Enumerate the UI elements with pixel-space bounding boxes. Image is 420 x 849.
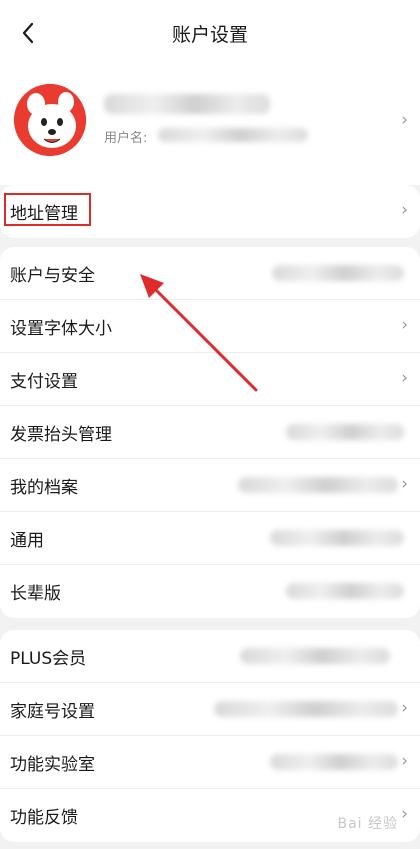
value-redacted bbox=[240, 648, 390, 664]
chevron-right-icon: › bbox=[401, 368, 408, 388]
settings-row-plus-member[interactable]: PLUS会员 bbox=[0, 630, 420, 683]
value-redacted bbox=[214, 701, 398, 717]
settings-row-payment[interactable]: 支付设置 › bbox=[0, 353, 420, 406]
settings-card: 账户与安全 设置字体大小 › 支付设置 › 发票抬头管理 我的档案 › 通用 长… bbox=[0, 247, 420, 618]
row-label: 功能反馈 bbox=[10, 808, 78, 828]
chevron-right-icon: › bbox=[401, 200, 408, 220]
chevron-right-icon: › bbox=[401, 474, 408, 494]
settings-row-invoice-title[interactable]: 发票抬头管理 bbox=[0, 406, 420, 459]
row-label: 设置字体大小 bbox=[10, 319, 112, 339]
settings-row-account-security[interactable]: 账户与安全 bbox=[0, 247, 420, 300]
highlight-box bbox=[4, 193, 91, 226]
username-label: 用户名: bbox=[104, 131, 148, 146]
value-redacted bbox=[286, 583, 404, 599]
value-redacted bbox=[272, 265, 404, 281]
nickname-redacted bbox=[104, 94, 270, 114]
chevron-right-icon: › bbox=[401, 698, 408, 718]
value-redacted bbox=[270, 530, 404, 546]
profile-card[interactable]: › bbox=[0, 68, 420, 185]
settings-row-elder-mode[interactable]: 长辈版 bbox=[0, 565, 420, 618]
chevron-right-icon: › bbox=[401, 110, 408, 130]
value-redacted bbox=[238, 477, 398, 493]
row-label: PLUS会员 bbox=[10, 649, 87, 669]
row-label: 功能实验室 bbox=[10, 755, 95, 775]
chevron-right-icon: › bbox=[401, 315, 408, 335]
value-redacted bbox=[286, 424, 404, 440]
row-label: 账户与安全 bbox=[10, 266, 95, 286]
row-label: 通用 bbox=[10, 531, 44, 551]
row-label: 支付设置 bbox=[10, 372, 78, 392]
settings-row-family-account[interactable]: 家庭号设置 › bbox=[0, 683, 420, 736]
row-label: 长辈版 bbox=[10, 584, 61, 604]
chevron-right-icon: › bbox=[401, 751, 408, 771]
top-bar: 账户设置 bbox=[0, 0, 420, 68]
settings-row-my-profile[interactable]: 我的档案 › bbox=[0, 459, 420, 512]
value-redacted bbox=[270, 754, 398, 770]
username-redacted bbox=[158, 128, 308, 142]
settings-row-font-size[interactable]: 设置字体大小 › bbox=[0, 300, 420, 353]
plus-card: PLUS会员 家庭号设置 › 功能实验室 › 功能反馈 › bbox=[0, 630, 420, 842]
page-title: 账户设置 bbox=[171, 24, 248, 46]
watermark-logo: Bai 经验 bbox=[337, 816, 398, 832]
jd-mascot-icon bbox=[14, 84, 86, 156]
chevron-right-icon: › bbox=[401, 804, 408, 824]
settings-row-feature-lab[interactable]: 功能实验室 › bbox=[0, 736, 420, 789]
row-label: 我的档案 bbox=[10, 478, 78, 498]
row-label: 家庭号设置 bbox=[10, 702, 95, 722]
avatar[interactable] bbox=[14, 84, 86, 156]
settings-row-general[interactable]: 通用 bbox=[0, 512, 420, 565]
row-label: 发票抬头管理 bbox=[10, 425, 112, 445]
